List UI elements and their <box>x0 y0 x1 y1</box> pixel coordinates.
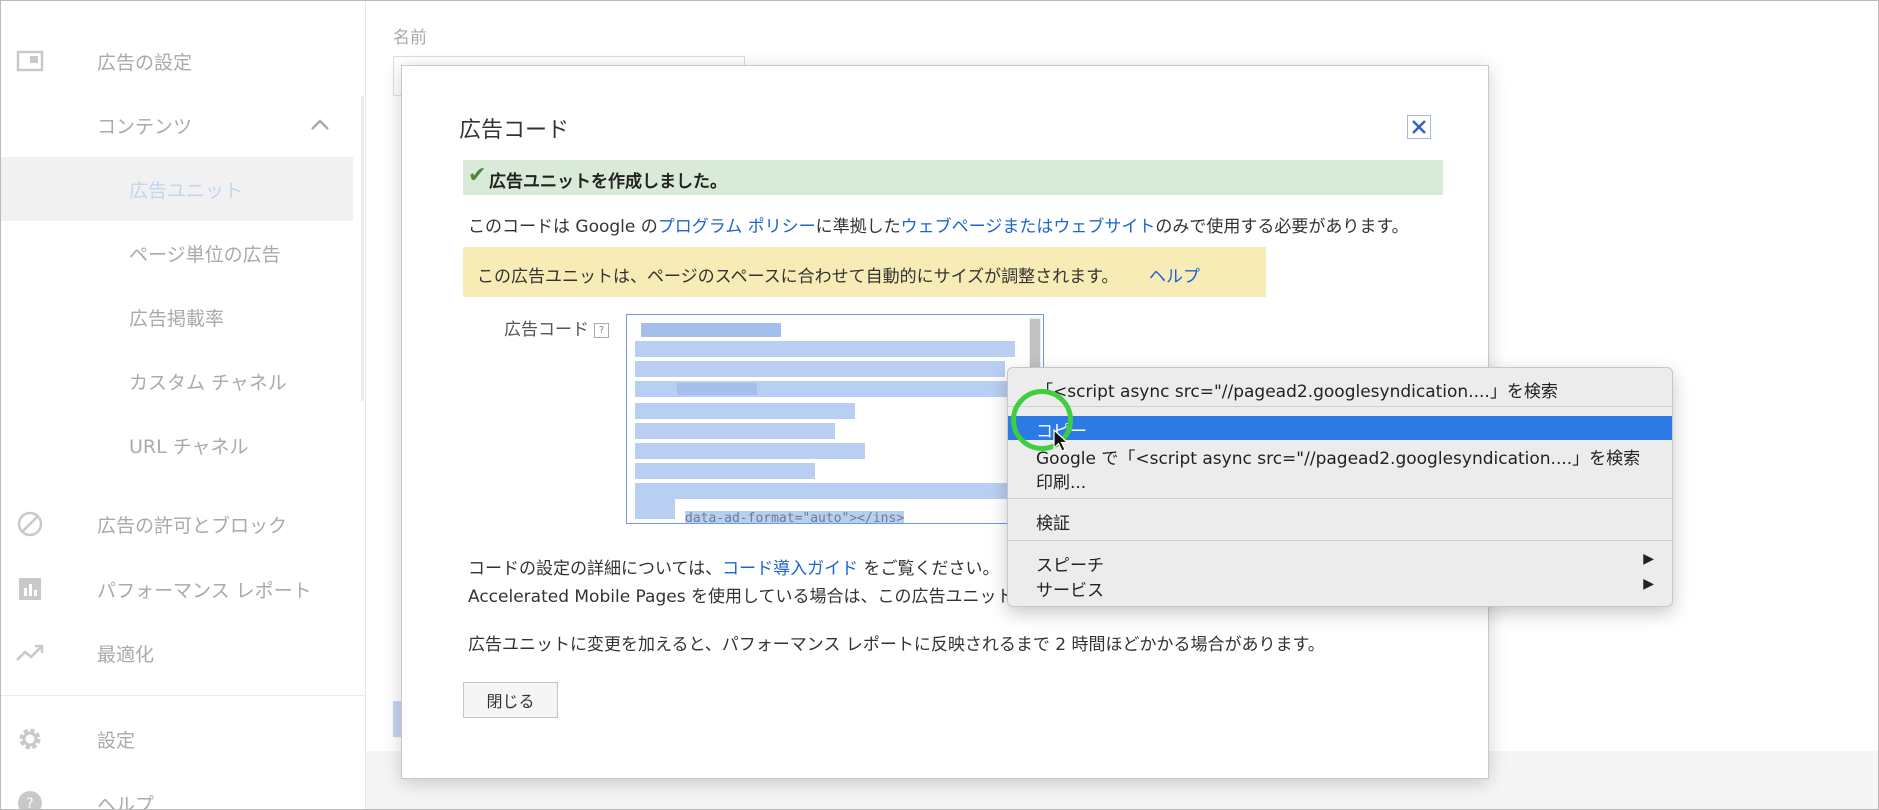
webpage-or-website-link[interactable]: ウェブページまたはウェブサイト <box>901 217 1156 237</box>
sidebar-item-optimization[interactable]: 最適化 <box>1 633 365 673</box>
policy-suffix: のみで使用する必要があります。 <box>1155 217 1409 237</box>
sidebar-item-allow-block[interactable]: 広告の許可とブロック <box>1 504 365 544</box>
sidebar-item-label: パフォーマンス レポート <box>97 579 312 602</box>
ad-code-label-text: 広告コード <box>504 320 589 340</box>
menu-separator <box>1008 498 1672 499</box>
selected-code-line <box>635 443 865 459</box>
menu-item-label: 検証 <box>1036 514 1070 534</box>
program-policy-link[interactable]: プログラム ポリシー <box>658 217 816 237</box>
selected-code-line <box>635 361 1005 377</box>
menu-item-label: Google で「<script async src="//pagead2.go… <box>1036 449 1641 469</box>
selected-code-line <box>635 463 815 479</box>
chevron-up-icon[interactable] <box>309 115 331 135</box>
sidebar: 広告の設定 コンテンツ 広告ユニット ページ単位の広告 広告掲載率 カスタム チ… <box>1 1 366 809</box>
success-message: 広告ユニットを作成しました。 <box>489 172 727 192</box>
bar-chart-icon <box>15 574 45 604</box>
selected-code-line <box>635 403 855 419</box>
ad-code-label: 広告コード? <box>504 315 609 340</box>
menu-item-print[interactable]: 印刷... <box>1008 467 1672 493</box>
report-delay-text: 広告ユニットに変更を加えると、パフォーマンス レポートに反映されるまで 2 時間… <box>468 635 1325 655</box>
gear-icon <box>15 724 45 754</box>
help-icon: ? <box>15 788 45 810</box>
sidebar-item-settings[interactable]: 設定 <box>1 719 365 759</box>
menu-item-label: 印刷... <box>1036 473 1087 493</box>
sidebar-scrollbar[interactable] <box>361 96 364 401</box>
responsive-notice-text: この広告ユニットは、ページのスペースに合わせて自動的にサイズが調整されます。 <box>477 267 1119 287</box>
code-text-tail: data-ad-format="auto"></ins> <box>685 511 905 524</box>
block-icon <box>15 509 45 539</box>
close-button[interactable]: 閉じる <box>463 682 558 718</box>
ad-settings-icon <box>15 46 45 76</box>
selected-code-line <box>635 499 675 519</box>
menu-separator <box>1008 540 1672 541</box>
selected-code-line <box>635 423 835 439</box>
amp-text: Accelerated Mobile Pages を使用している場合は、この広告… <box>468 587 1014 607</box>
sidebar-item-ad-settings[interactable]: 広告の設定 <box>1 41 365 81</box>
sidebar-item-label: 設定 <box>97 729 136 752</box>
sidebar-item-label: コンテンツ <box>97 115 193 138</box>
menu-item-label: 「<script async src="//pagead2.googlesynd… <box>1036 382 1558 402</box>
menu-item-speech[interactable]: スピーチ ▶ <box>1008 550 1672 576</box>
submenu-arrow-icon: ▶ <box>1643 576 1654 592</box>
screen: 広告の設定 コンテンツ 広告ユニット ページ単位の広告 広告掲載率 カスタム チ… <box>0 0 1879 810</box>
sidebar-item-label: 広告の許可とブロック <box>97 514 288 537</box>
sidebar-item-ad-units[interactable]: 広告ユニット <box>1 157 353 221</box>
menu-item-copy[interactable]: コピー <box>1008 416 1672 442</box>
submenu-arrow-icon: ▶ <box>1643 551 1654 567</box>
para1-prefix: コードの設定の詳細については、 <box>468 559 723 579</box>
context-menu: 「<script async src="//pagead2.googlesynd… <box>1007 367 1673 607</box>
trending-up-icon <box>15 638 45 668</box>
selected-code-line <box>635 341 1015 357</box>
sidebar-divider <box>1 695 365 696</box>
menu-item-search[interactable]: 「<script async src="//pagead2.googlesynd… <box>1008 376 1672 402</box>
policy-text: このコードは Google のプログラム ポリシーに準拠したウェブページまたはウ… <box>468 212 1409 237</box>
svg-text:?: ? <box>26 796 33 810</box>
code-guide-link[interactable]: コード導入ガイド <box>722 559 858 579</box>
sidebar-item-label: 最適化 <box>97 643 155 666</box>
question-icon[interactable]: ? <box>594 323 609 338</box>
menu-item-label: サービス <box>1036 581 1104 601</box>
sidebar-item-label: カスタム チャネル <box>129 371 287 394</box>
selected-code-line <box>641 323 781 337</box>
sidebar-item-performance[interactable]: パフォーマンス レポート <box>1 569 365 609</box>
policy-prefix: このコードは Google の <box>468 217 658 237</box>
sidebar-item-label: 広告の設定 <box>97 51 193 74</box>
menu-item-services[interactable]: サービス ▶ <box>1008 575 1672 601</box>
sidebar-item-label: URL チャネル <box>129 435 249 458</box>
sidebar-item-page-level-ads[interactable]: ページ単位の広告 <box>1 233 365 273</box>
scrollbar-thumb[interactable] <box>1030 319 1040 371</box>
menu-separator <box>1008 406 1672 407</box>
sidebar-item-custom-channels[interactable]: カスタム チャネル <box>1 361 365 401</box>
menu-item-label: スピーチ <box>1036 556 1104 576</box>
close-icon[interactable] <box>1407 115 1431 139</box>
policy-middle: に準拠した <box>815 217 901 237</box>
checkmark-icon: ✔ <box>468 163 487 188</box>
sidebar-item-label: ページ単位の広告 <box>129 243 281 266</box>
selected-code-line <box>677 383 757 395</box>
help-link[interactable]: ヘルプ <box>1149 262 1200 287</box>
sidebar-item-help[interactable]: ? ヘルプ <box>1 783 365 810</box>
dialog-title: 広告コード <box>459 118 570 143</box>
sidebar-item-url-channels[interactable]: URL チャネル <box>1 425 365 465</box>
para1-suffix: をご覧ください。 <box>858 559 1000 579</box>
sidebar-item-label: 広告ユニット <box>129 179 244 202</box>
sidebar-item-label: ヘルプ <box>97 793 155 810</box>
sidebar-item-coverage[interactable]: 広告掲載率 <box>1 297 365 337</box>
selected-code-line <box>635 483 1015 499</box>
menu-item-google-search[interactable]: Google で「<script async src="//pagead2.go… <box>1008 443 1672 469</box>
success-banner: ✔ 広告ユニットを作成しました。 <box>463 160 1443 195</box>
setup-guide-text: コードの設定の詳細については、コード導入ガイド をご覧ください。 <box>468 554 1000 579</box>
menu-item-inspect[interactable]: 検証 <box>1008 508 1672 534</box>
sidebar-item-label: 広告掲載率 <box>129 307 225 330</box>
responsive-notice: この広告ユニットは、ページのスペースに合わせて自動的にサイズが調整されます。 ヘ… <box>463 247 1266 297</box>
name-field-label: 名前 <box>393 28 427 48</box>
mouse-cursor-icon <box>1053 428 1070 457</box>
sidebar-item-contents[interactable]: コンテンツ <box>1 105 365 145</box>
ad-code-textarea[interactable]: data-ad-format="auto"></ins> <box>626 314 1044 524</box>
